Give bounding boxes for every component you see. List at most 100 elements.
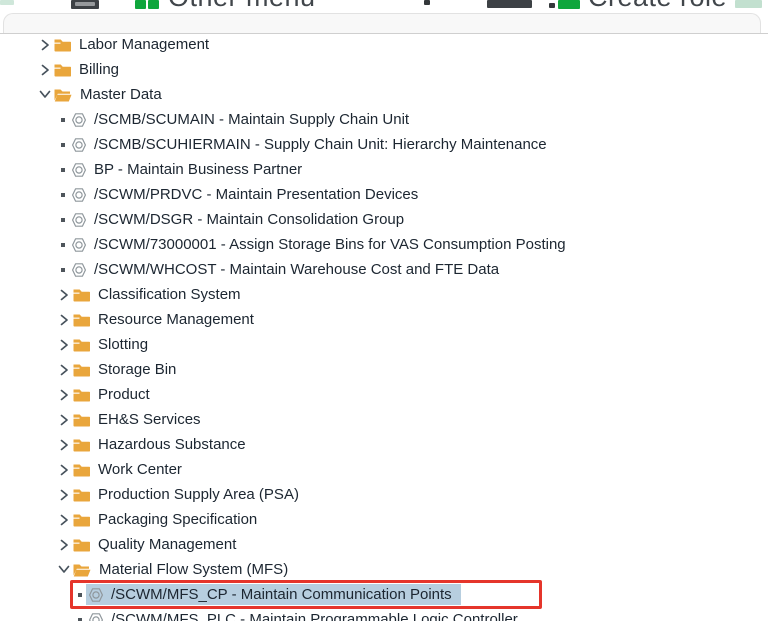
- bullet-square: [61, 267, 65, 272]
- chevron-down-icon[interactable]: [38, 82, 52, 107]
- sap-easy-access-window: Other menu Create role Labor Management B…: [0, 0, 768, 621]
- chevron-right-icon[interactable]: [57, 407, 71, 432]
- tree-folder-item[interactable]: Production Supply Area (PSA): [0, 482, 768, 507]
- chevron-right-icon[interactable]: [57, 482, 71, 507]
- closed-folder-icon: [54, 39, 71, 52]
- tree-folder-item[interactable]: Quality Management: [0, 532, 768, 557]
- tree-transaction-item[interactable]: /SCWM/MFS_PLC - Maintain Programmable Lo…: [0, 607, 768, 621]
- clipped-green-square-icon: [148, 0, 159, 9]
- clipped-dark-dot-icon: [549, 3, 555, 8]
- toolbar-clipped-strip: Other menu Create role: [0, 0, 768, 12]
- tree-item-label: Billing: [79, 61, 120, 78]
- tree-transaction-item[interactable]: /SCWM/WHCOST - Maintain Warehouse Cost a…: [0, 257, 768, 282]
- tree-folder-item[interactable]: Slotting: [0, 332, 768, 357]
- chevron-down-icon[interactable]: [57, 557, 71, 582]
- closed-folder-icon: [73, 414, 90, 427]
- closed-folder-icon: [73, 364, 90, 377]
- open-folder-icon: [73, 564, 91, 577]
- bullet-square: [61, 167, 65, 172]
- tree-item-label: Storage Bin: [98, 361, 177, 378]
- chevron-right-icon[interactable]: [57, 307, 71, 332]
- tree-item-label: Resource Management: [98, 311, 254, 328]
- bullet-square: [61, 242, 65, 247]
- tree-item-label: Quality Management: [98, 536, 237, 553]
- tree-transaction-item[interactable]: /SCWM/PRDVC - Maintain Presentation Devi…: [0, 182, 768, 207]
- tree-item-label: BP - Maintain Business Partner: [94, 161, 303, 178]
- closed-folder-icon: [73, 489, 90, 502]
- closed-folder-icon: [73, 464, 90, 477]
- tree-item-label: Slotting: [98, 336, 149, 353]
- closed-folder-icon: [73, 439, 90, 452]
- create-role-button[interactable]: Create role: [588, 0, 727, 11]
- clipped-mint-rect-icon: [735, 0, 762, 8]
- bullet-icon: [57, 167, 69, 172]
- tree-folder-item[interactable]: EH&S Services: [0, 407, 768, 432]
- bullet-icon: [57, 117, 69, 122]
- tree-item-label: Packaging Specification: [98, 511, 258, 528]
- tree-transaction-item[interactable]: BP - Maintain Business Partner: [0, 157, 768, 182]
- transaction-icon: [71, 112, 87, 128]
- chevron-right-icon[interactable]: [38, 57, 52, 82]
- tree-transaction-item[interactable]: /SCMB/SCUHIERMAIN - Supply Chain Unit: H…: [0, 132, 768, 157]
- tree-folder-item[interactable]: Labor Management: [0, 32, 768, 57]
- closed-folder-icon: [73, 389, 90, 402]
- tree-folder-item[interactable]: Material Flow System (MFS): [0, 557, 768, 582]
- bullet-icon: [74, 592, 86, 597]
- tree-folder-item[interactable]: Hazardous Substance: [0, 432, 768, 457]
- tree-item-label: /SCWM/MFS_PLC - Maintain Programmable Lo…: [111, 611, 518, 621]
- chevron-right-icon[interactable]: [57, 282, 71, 307]
- tree-item-label: Classification System: [98, 286, 241, 303]
- clipped-gray-band-icon: [75, 2, 95, 6]
- tree-folder-item[interactable]: Master Data: [0, 82, 768, 107]
- clipped-teal-icon: [0, 0, 14, 5]
- closed-folder-icon: [73, 514, 90, 527]
- tree-item-label: /SCMB/SCUHIERMAIN - Supply Chain Unit: H…: [94, 136, 547, 153]
- tree-folder-item[interactable]: Packaging Specification: [0, 507, 768, 532]
- tree-folder-item[interactable]: Storage Bin: [0, 357, 768, 382]
- bullet-icon: [57, 267, 69, 272]
- chevron-right-icon[interactable]: [57, 532, 71, 557]
- other-menu-button[interactable]: Other menu: [168, 0, 316, 11]
- tree-item-label: EH&S Services: [98, 411, 201, 428]
- tree-transaction-item[interactable]: /SCMB/SCUMAIN - Maintain Supply Chain Un…: [0, 107, 768, 132]
- tree-transaction-item[interactable]: /SCWM/MFS_CP - Maintain Communication Po…: [0, 582, 768, 607]
- tree-folder-item[interactable]: Work Center: [0, 457, 768, 482]
- tree-item-label: Product: [98, 386, 150, 403]
- tree-item-label: /SCWM/73000001 - Assign Storage Bins for…: [94, 236, 566, 253]
- chevron-right-icon[interactable]: [38, 32, 52, 57]
- tree-transaction-item[interactable]: /SCWM/DSGR - Maintain Consolidation Grou…: [0, 207, 768, 232]
- tree-transaction-item[interactable]: /SCWM/73000001 - Assign Storage Bins for…: [0, 232, 768, 257]
- bullet-square: [61, 142, 65, 147]
- tree-item-label: /SCMB/SCUMAIN - Maintain Supply Chain Un…: [94, 111, 410, 128]
- transaction-icon: [88, 612, 104, 621]
- chevron-right-icon[interactable]: [57, 507, 71, 532]
- bullet-icon: [57, 217, 69, 222]
- tree-item-label: /SCWM/DSGR - Maintain Consolidation Grou…: [94, 211, 405, 228]
- clipped-green-square-icon: [135, 0, 146, 9]
- tree-item-label: Hazardous Substance: [98, 436, 246, 453]
- chevron-right-icon[interactable]: [57, 382, 71, 407]
- tree-folder-item[interactable]: Classification System: [0, 282, 768, 307]
- tree-item-label: /SCWM/PRDVC - Maintain Presentation Devi…: [94, 186, 419, 203]
- bullet-icon: [74, 617, 86, 621]
- chevron-right-icon[interactable]: [57, 432, 71, 457]
- chevron-right-icon[interactable]: [57, 332, 71, 357]
- tree-folder-item[interactable]: Billing: [0, 57, 768, 82]
- closed-folder-icon: [73, 314, 90, 327]
- transaction-icon: [71, 262, 87, 278]
- bullet-icon: [57, 242, 69, 247]
- chevron-right-icon[interactable]: [57, 357, 71, 382]
- bullet-square: [78, 592, 82, 597]
- transaction-icon: [71, 187, 87, 203]
- tree-folder-item[interactable]: Product: [0, 382, 768, 407]
- closed-folder-icon: [54, 64, 71, 77]
- bullet-square: [61, 217, 65, 222]
- closed-folder-icon: [73, 539, 90, 552]
- chevron-right-icon[interactable]: [57, 457, 71, 482]
- transaction-icon: [71, 237, 87, 253]
- bullet-square: [61, 117, 65, 122]
- tree-item-label: /SCWM/WHCOST - Maintain Warehouse Cost a…: [94, 261, 500, 278]
- clipped-green-rect-icon: [558, 0, 580, 9]
- tree-folder-item[interactable]: Resource Management: [0, 307, 768, 332]
- clipped-dark-dot-icon: [424, 0, 430, 5]
